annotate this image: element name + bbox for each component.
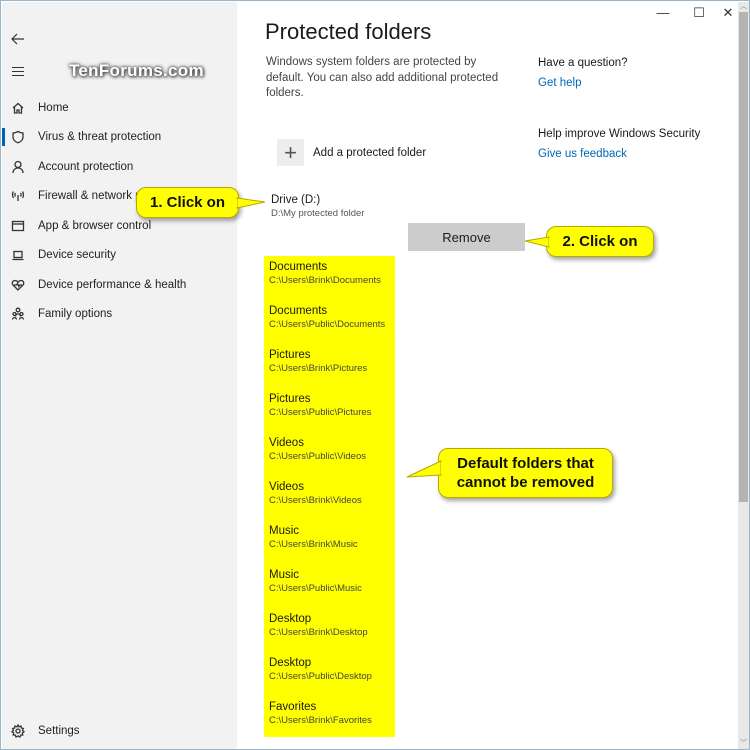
windows-security-window: Home Virus & threat protection Account p… bbox=[0, 0, 750, 750]
sidebar: Home Virus & threat protection Account p… bbox=[2, 2, 237, 749]
scroll-down-arrow-icon[interactable]: ﹀ bbox=[738, 739, 749, 749]
add-protected-folder-label: Add a protected folder bbox=[313, 146, 427, 159]
callout-default-folders: Default folders that cannot be removed bbox=[406, 448, 613, 498]
help-improve-heading: Help improve Windows Security bbox=[538, 128, 701, 140]
have-a-question-heading: Have a question? bbox=[538, 57, 628, 69]
folder-name: Music bbox=[269, 569, 300, 581]
add-protected-folder-button[interactable]: + Add a protected folder bbox=[277, 139, 426, 166]
family-icon bbox=[11, 307, 25, 321]
maximize-button[interactable]: ☐ bbox=[691, 5, 707, 21]
sidebar-item-virus-threat-protection[interactable]: Virus & threat protection bbox=[2, 125, 237, 149]
folder-name: Music bbox=[269, 525, 300, 537]
folder-path: C:\Users\Brink\Videos bbox=[269, 495, 362, 506]
remove-button[interactable]: Remove bbox=[408, 223, 525, 251]
callout-step-1: 1. Click on bbox=[136, 187, 266, 218]
callout-default-folders-line2: cannot be removed bbox=[456, 474, 595, 491]
list-item: Desktop C:\Users\Brink\Desktop bbox=[269, 612, 368, 640]
person-icon bbox=[11, 160, 25, 174]
page-description: Windows system folders are protected by … bbox=[266, 56, 499, 99]
sidebar-item-device-security[interactable]: Device security bbox=[2, 243, 237, 267]
vertical-scrollbar[interactable]: ︿ ﹀ bbox=[738, 2, 749, 749]
callout-pointer bbox=[524, 236, 551, 248]
minimize-button[interactable]: — bbox=[655, 5, 671, 21]
folder-path: C:\Users\Brink\Documents bbox=[269, 275, 381, 286]
sidebar-item-device-performance[interactable]: Device performance & health bbox=[2, 273, 237, 297]
folder-name: Documents bbox=[269, 305, 328, 317]
folder-path: C:\Users\Brink\Music bbox=[269, 539, 358, 550]
callout-pointer bbox=[406, 460, 443, 478]
sidebar-item-settings[interactable]: Settings bbox=[2, 719, 237, 743]
sidebar-item-label: Virus & threat protection bbox=[38, 131, 162, 143]
scrollbar-thumb[interactable] bbox=[739, 12, 748, 502]
folder-path: C:\Users\Public\Documents bbox=[269, 319, 386, 330]
sidebar-item-label: App & browser control bbox=[38, 220, 152, 232]
callout-step-2-text: 2. Click on bbox=[562, 233, 638, 250]
folder-name: Pictures bbox=[269, 349, 311, 361]
list-item: Videos C:\Users\Public\Videos bbox=[269, 436, 366, 464]
shield-icon bbox=[11, 130, 25, 144]
give-feedback-link[interactable]: Give us feedback bbox=[538, 148, 627, 160]
callout-default-folders-line1: Default folders that bbox=[457, 455, 594, 472]
folder-name: Desktop bbox=[269, 613, 312, 625]
custom-folder-entry[interactable]: Drive (D:) D:\My protected folder bbox=[271, 193, 364, 221]
folder-path: C:\Users\Public\Desktop bbox=[269, 671, 372, 682]
folder-path: C:\Users\Brink\Favorites bbox=[269, 715, 372, 726]
folder-name: Desktop bbox=[269, 657, 312, 669]
folder-name: Favorites bbox=[269, 701, 317, 713]
list-item: Favorites C:\Users\Brink\Favorites bbox=[269, 700, 372, 728]
folder-name: Videos bbox=[269, 437, 304, 449]
sidebar-item-home[interactable]: Home bbox=[2, 96, 237, 120]
get-help-link[interactable]: Get help bbox=[538, 77, 581, 89]
folder-path: D:\My protected folder bbox=[271, 208, 365, 219]
folder-path: C:\Users\Public\Videos bbox=[269, 451, 366, 462]
folder-path: C:\Users\Brink\Pictures bbox=[269, 363, 368, 374]
list-item: Music C:\Users\Brink\Music bbox=[269, 524, 358, 552]
plus-icon: + bbox=[277, 139, 304, 166]
scroll-up-arrow-icon[interactable]: ︿ bbox=[738, 2, 749, 12]
sidebar-item-account-protection[interactable]: Account protection bbox=[2, 155, 237, 179]
close-button[interactable]: ✕ bbox=[720, 5, 736, 21]
hamburger-icon[interactable] bbox=[10, 64, 26, 80]
sidebar-item-label: Family options bbox=[38, 308, 113, 320]
laptop-icon bbox=[11, 248, 25, 262]
page-title: Protected folders bbox=[265, 19, 432, 44]
sidebar-item-family-options[interactable]: Family options bbox=[2, 302, 237, 326]
callout-pointer bbox=[235, 197, 266, 209]
folder-name: Documents bbox=[269, 261, 328, 273]
browser-window-icon bbox=[11, 219, 25, 233]
sidebar-item-label: Account protection bbox=[38, 161, 134, 173]
list-item: Desktop C:\Users\Public\Desktop bbox=[269, 656, 372, 684]
sidebar-item-label: Device performance & health bbox=[38, 279, 187, 291]
back-arrow-icon[interactable] bbox=[10, 31, 26, 47]
callout-step-1-text: 1. Click on bbox=[149, 194, 226, 211]
list-item: Documents C:\Users\Public\Documents bbox=[269, 304, 385, 332]
folder-path: C:\Users\Public\Music bbox=[269, 583, 362, 594]
list-item: Documents C:\Users\Brink\Documents bbox=[269, 260, 381, 288]
folder-name: Videos bbox=[269, 481, 304, 493]
list-item: Pictures C:\Users\Public\Pictures bbox=[269, 392, 371, 420]
list-item: Pictures C:\Users\Brink\Pictures bbox=[269, 348, 367, 376]
callout-step-2: 2. Click on bbox=[524, 226, 654, 257]
folder-path: C:\Users\Brink\Desktop bbox=[269, 627, 368, 638]
default-folders-list: Documents C:\Users\Brink\Documents Docum… bbox=[264, 256, 395, 737]
list-item: Music C:\Users\Public\Music bbox=[269, 568, 362, 596]
home-icon bbox=[11, 101, 25, 115]
gear-icon bbox=[11, 724, 25, 738]
heart-pulse-icon bbox=[11, 278, 25, 292]
folder-path: C:\Users\Public\Pictures bbox=[269, 407, 372, 418]
list-item: Videos C:\Users\Brink\Videos bbox=[269, 480, 362, 508]
watermark: TenForums.com bbox=[69, 61, 204, 80]
folder-name: Pictures bbox=[269, 393, 311, 405]
sidebar-item-label: Device security bbox=[38, 249, 116, 261]
wifi-antenna-icon bbox=[11, 189, 25, 203]
folder-name: Drive (D:) bbox=[271, 194, 321, 206]
sidebar-item-label: Home bbox=[38, 102, 69, 114]
sidebar-item-label: Settings bbox=[38, 725, 80, 737]
